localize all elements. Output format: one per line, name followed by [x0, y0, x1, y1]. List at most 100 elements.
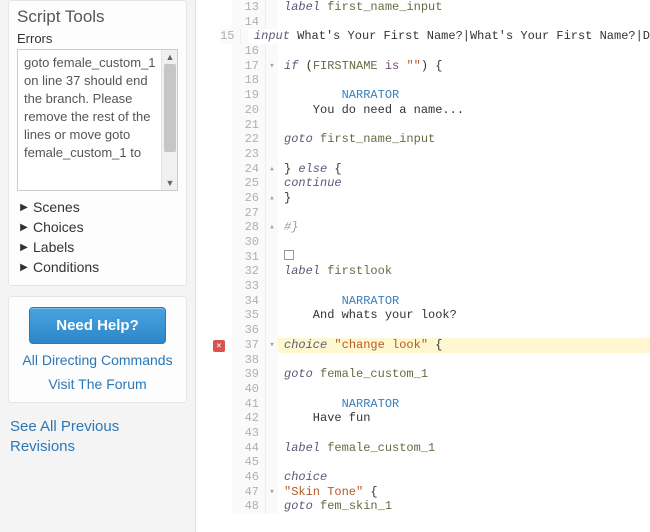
- code-content[interactable]: [278, 44, 650, 59]
- code-content[interactable]: goto fem_skin_1: [278, 499, 650, 514]
- breakpoint-gutter[interactable]: [206, 176, 232, 191]
- code-line[interactable]: 33: [206, 279, 650, 294]
- previous-revisions-link[interactable]: See All Previous Revisions: [8, 413, 187, 461]
- tree-item-choices[interactable]: ▶Choices: [17, 217, 178, 237]
- breakpoint-gutter[interactable]: [206, 455, 232, 470]
- code-line[interactable]: 48goto fem_skin_1: [206, 499, 650, 514]
- code-line[interactable]: 14: [206, 15, 650, 30]
- code-line[interactable]: 15input What's Your First Name?|What's Y…: [206, 29, 650, 44]
- code-content[interactable]: NARRATOR: [278, 294, 650, 309]
- tree-item-labels[interactable]: ▶Labels: [17, 237, 178, 257]
- code-line[interactable]: 44label female_custom_1: [206, 441, 650, 456]
- code-content[interactable]: } else {: [278, 162, 650, 177]
- code-content[interactable]: [278, 206, 650, 221]
- breakpoint-gutter[interactable]: [206, 323, 232, 338]
- code-content[interactable]: [278, 382, 650, 397]
- code-line[interactable]: 27: [206, 206, 650, 221]
- code-content[interactable]: NARRATOR: [278, 88, 650, 103]
- breakpoint-gutter[interactable]: [206, 235, 232, 250]
- code-content[interactable]: [278, 15, 650, 30]
- code-content[interactable]: label female_custom_1: [278, 441, 650, 456]
- code-content[interactable]: Have fun: [278, 411, 650, 426]
- breakpoint-gutter[interactable]: [206, 264, 232, 279]
- code-line[interactable]: 35 And whats your look?: [206, 308, 650, 323]
- code-content[interactable]: choice: [278, 470, 650, 485]
- breakpoint-gutter[interactable]: [206, 162, 232, 177]
- code-content[interactable]: continue: [278, 176, 650, 191]
- code-line[interactable]: 31: [206, 250, 650, 265]
- breakpoint-gutter[interactable]: [206, 382, 232, 397]
- breakpoint-gutter[interactable]: [206, 294, 232, 309]
- code-content[interactable]: goto female_custom_1: [278, 367, 650, 382]
- code-line[interactable]: 22goto first_name_input: [206, 132, 650, 147]
- code-content[interactable]: [278, 235, 650, 250]
- code-line[interactable]: 36: [206, 323, 650, 338]
- scrollbar[interactable]: ▲ ▼: [161, 50, 177, 190]
- checkbox-icon[interactable]: [284, 250, 294, 260]
- code-line[interactable]: 28▴#}: [206, 220, 650, 235]
- breakpoint-gutter[interactable]: [206, 191, 232, 206]
- code-content[interactable]: NARRATOR: [278, 397, 650, 412]
- breakpoint-gutter[interactable]: [206, 15, 232, 30]
- breakpoint-gutter[interactable]: [206, 0, 232, 15]
- breakpoint-gutter[interactable]: [206, 470, 232, 485]
- code-line[interactable]: 42 Have fun: [206, 411, 650, 426]
- code-line[interactable]: 30: [206, 235, 650, 250]
- errors-box[interactable]: goto female_custom_1 on line 37 should e…: [17, 49, 178, 191]
- code-line[interactable]: 43: [206, 426, 650, 441]
- code-content[interactable]: [278, 353, 650, 368]
- code-line[interactable]: 26▴}: [206, 191, 650, 206]
- fold-toggle-icon[interactable]: ▾: [266, 485, 278, 500]
- code-content[interactable]: [278, 455, 650, 470]
- code-line[interactable]: 47▾"Skin Tone" {: [206, 485, 650, 500]
- code-line[interactable]: 19 NARRATOR: [206, 88, 650, 103]
- code-line[interactable]: 23: [206, 147, 650, 162]
- code-content[interactable]: And whats your look?: [278, 308, 650, 323]
- code-content[interactable]: label firstlook: [278, 264, 650, 279]
- code-content[interactable]: if (FIRSTNAME is "") {: [278, 59, 650, 74]
- breakpoint-gutter[interactable]: [206, 411, 232, 426]
- code-content[interactable]: input What's Your First Name?|What's You…: [248, 29, 650, 44]
- code-line[interactable]: 46choice: [206, 470, 650, 485]
- code-line[interactable]: 18: [206, 73, 650, 88]
- breakpoint-gutter[interactable]: [206, 88, 232, 103]
- code-line[interactable]: ✕37▾choice "change look" {: [206, 338, 650, 353]
- code-content[interactable]: [278, 118, 650, 133]
- code-line[interactable]: 16: [206, 44, 650, 59]
- breakpoint-gutter[interactable]: [206, 59, 232, 74]
- code-line[interactable]: 20 You do need a name...: [206, 103, 650, 118]
- code-content[interactable]: [278, 147, 650, 162]
- breakpoint-gutter[interactable]: [206, 44, 232, 59]
- breakpoint-gutter[interactable]: [206, 220, 232, 235]
- code-content[interactable]: "Skin Tone" {: [278, 485, 650, 500]
- breakpoint-gutter[interactable]: [206, 353, 232, 368]
- breakpoint-gutter[interactable]: [206, 426, 232, 441]
- scroll-thumb[interactable]: [164, 64, 176, 152]
- breakpoint-gutter[interactable]: [206, 308, 232, 323]
- breakpoint-gutter[interactable]: [206, 499, 232, 514]
- code-line[interactable]: 21: [206, 118, 650, 133]
- code-line[interactable]: 25continue: [206, 176, 650, 191]
- code-line[interactable]: 32label firstlook: [206, 264, 650, 279]
- breakpoint-gutter[interactable]: [206, 29, 220, 44]
- code-content[interactable]: You do need a name...: [278, 103, 650, 118]
- code-content[interactable]: goto first_name_input: [278, 132, 650, 147]
- breakpoint-gutter[interactable]: [206, 279, 232, 294]
- scroll-up-icon[interactable]: ▲: [162, 50, 178, 64]
- visit-forum-link[interactable]: Visit The Forum: [17, 376, 178, 392]
- code-line[interactable]: 41 NARRATOR: [206, 397, 650, 412]
- code-line[interactable]: 39goto female_custom_1: [206, 367, 650, 382]
- code-line[interactable]: 13label first_name_input: [206, 0, 650, 15]
- breakpoint-gutter[interactable]: [206, 250, 232, 265]
- code-line[interactable]: 45: [206, 455, 650, 470]
- breakpoint-gutter[interactable]: [206, 73, 232, 88]
- breakpoint-gutter[interactable]: [206, 206, 232, 221]
- breakpoint-gutter[interactable]: [206, 441, 232, 456]
- code-editor[interactable]: 13label first_name_input1415input What's…: [206, 0, 650, 532]
- code-content[interactable]: [278, 250, 650, 265]
- tree-item-scenes[interactable]: ▶Scenes: [17, 197, 178, 217]
- code-line[interactable]: 38: [206, 353, 650, 368]
- fold-toggle-icon[interactable]: ▴: [266, 191, 278, 206]
- code-content[interactable]: label first_name_input: [278, 0, 650, 15]
- scroll-down-icon[interactable]: ▼: [162, 176, 178, 190]
